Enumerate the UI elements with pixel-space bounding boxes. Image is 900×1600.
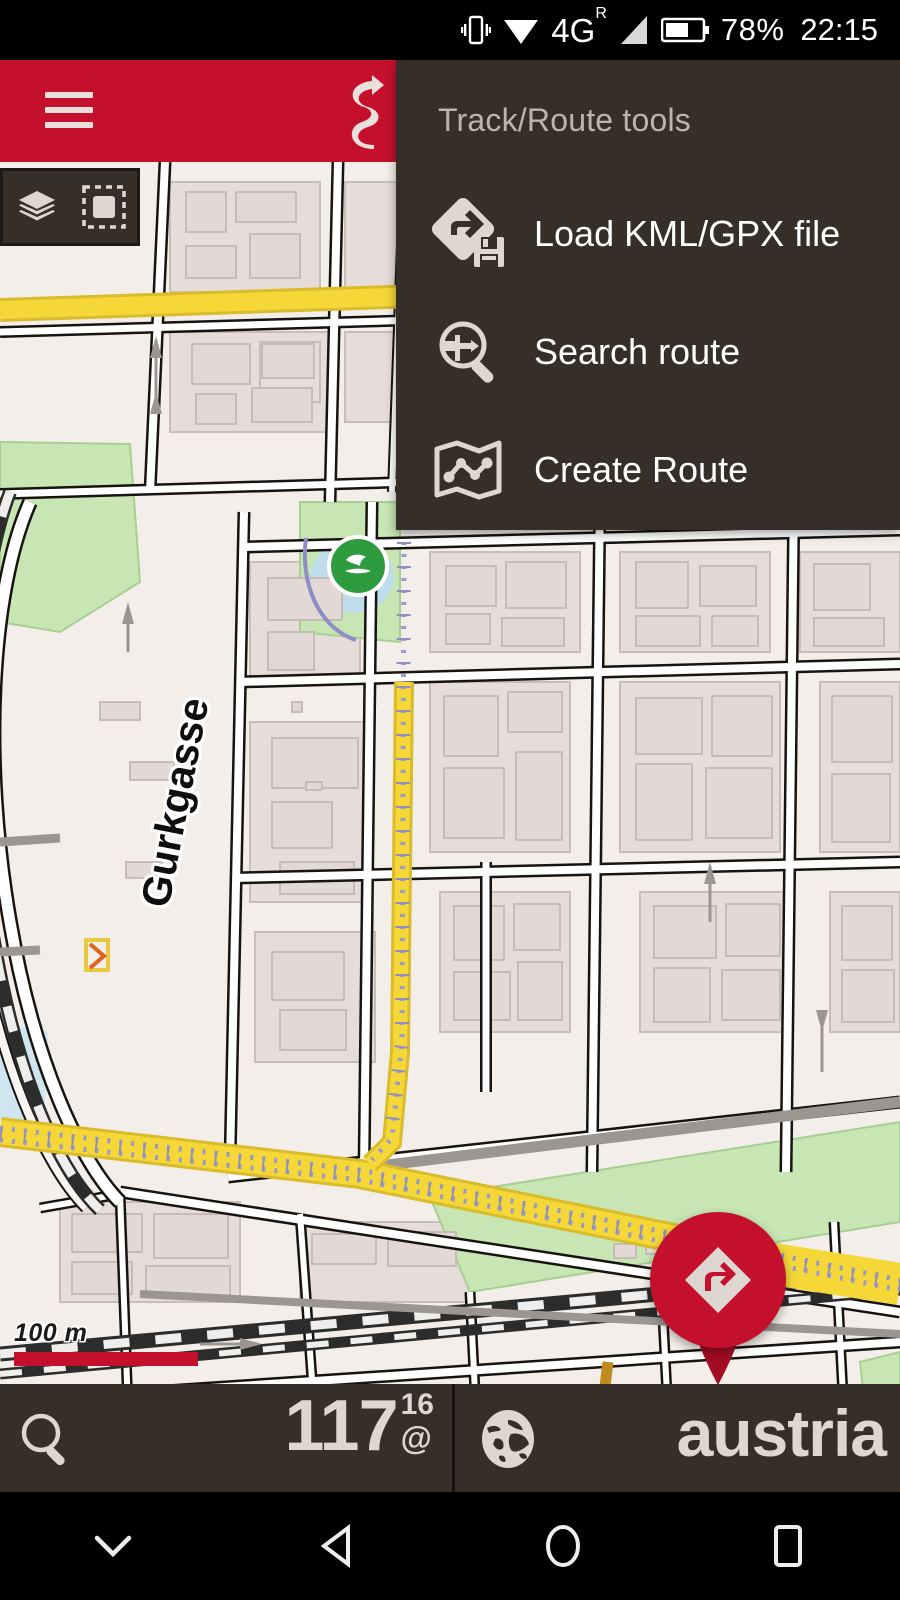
map-layers-toolbar <box>0 168 140 246</box>
counter-at-symbol: @ <box>400 1420 432 1456</box>
home-circle-icon[interactable] <box>450 1492 675 1600</box>
scale-bar: 100 m <box>14 1319 244 1366</box>
hamburger-menu-icon[interactable] <box>45 92 93 128</box>
globe-icon[interactable] <box>475 1406 541 1472</box>
wifi-icon <box>503 14 539 46</box>
status-bar: 4GR 78% 22:15 <box>0 0 900 60</box>
network-type-label: 4GR <box>551 4 607 49</box>
counter-superscript: 16 <box>400 1388 434 1421</box>
scale-bar-line <box>14 1352 198 1366</box>
signal-bars-icon <box>619 14 649 46</box>
back-triangle-icon[interactable] <box>225 1492 450 1600</box>
menu-item-load-kml-gpx[interactable]: Load KML/GPX file <box>396 175 900 293</box>
clock-label: 22:15 <box>800 12 878 47</box>
menu-item-search-route[interactable]: Search route <box>396 293 900 411</box>
android-nav-bar <box>0 1492 900 1600</box>
bottom-toolbar: 117 16 @ austria <box>0 1384 900 1492</box>
winding-route-icon[interactable] <box>342 75 390 149</box>
search-icon[interactable] <box>18 1410 76 1468</box>
park-recreation-icon[interactable] <box>327 535 389 597</box>
menu-item-label: Create Route <box>534 449 749 490</box>
vibrate-icon <box>461 13 492 47</box>
battery-icon <box>660 16 709 44</box>
menu-title: Track/Route tools <box>438 102 691 138</box>
track-route-tools-menu: Track/Route tools Load KML/GPX file Sear… <box>396 60 900 530</box>
app-root: 4GR 78% 22:15 Gurkgasse 100 m Track/Rout… <box>0 0 900 1600</box>
navigation-fab-button[interactable] <box>650 1212 786 1348</box>
bottom-right-section[interactable]: austria <box>455 1384 900 1492</box>
menu-item-create-route[interactable]: Create Route <box>396 411 900 529</box>
layers-icon[interactable] <box>14 184 60 230</box>
recents-square-icon[interactable] <box>675 1492 900 1600</box>
tile-counter: 117 16 @ <box>284 1386 434 1466</box>
counter-value: 117 <box>284 1386 398 1466</box>
turn-right-navigation-icon <box>685 1247 751 1313</box>
bottom-left-section[interactable]: 117 16 @ <box>0 1384 452 1492</box>
search-route-icon <box>426 314 512 390</box>
load-file-route-icon <box>426 196 512 272</box>
chevron-down-icon[interactable] <box>0 1492 225 1600</box>
dashed-square-select-icon[interactable] <box>81 184 127 230</box>
create-route-map-icon <box>426 432 512 508</box>
menu-item-label: Load KML/GPX file <box>534 213 841 254</box>
battery-percent-label: 78% <box>720 12 785 47</box>
map-region-label: austria <box>676 1396 887 1470</box>
scale-label: 100 m <box>14 1319 88 1347</box>
menu-item-label: Search route <box>534 331 741 372</box>
